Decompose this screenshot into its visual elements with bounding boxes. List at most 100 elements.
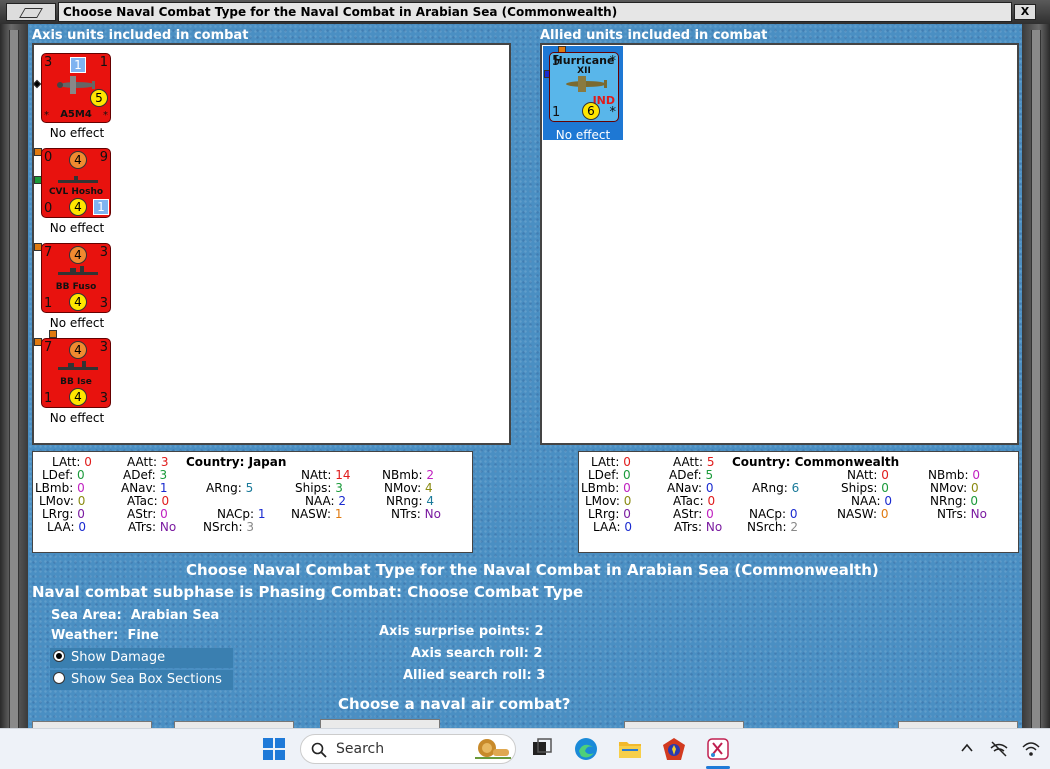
taskbar-search[interactable]: Search (300, 734, 516, 764)
stat-aatt: 3 (160, 455, 169, 469)
taskbar: Search (0, 728, 1050, 769)
aa-factor: 3 (99, 245, 108, 260)
weather: Weather: Fine (51, 628, 159, 643)
attack-factor: 7 (44, 245, 53, 260)
stat-naa: 2 (338, 494, 347, 508)
wifi-icon[interactable] (1022, 740, 1040, 758)
unit-name: CVL Hosho (48, 187, 104, 197)
stat-ships: 3 (335, 481, 343, 495)
stat-latt: 0 (623, 455, 631, 469)
close-button[interactable]: X (1014, 4, 1036, 20)
stat-nbmb: 0 (972, 468, 981, 482)
stat-laa: 0 (624, 520, 632, 534)
snipping-tool-icon[interactable] (706, 737, 730, 761)
axis-units-panel: 3 1 1 5 * A5M4 * No effect 0 4 9 CVL Hos… (32, 43, 511, 445)
strength-box: 1 (93, 199, 109, 215)
chevron-up-icon[interactable] (960, 741, 974, 755)
stat-anav: 1 (159, 481, 168, 495)
stat-lmov: 0 (77, 494, 86, 508)
stat-adef: 3 (159, 468, 168, 482)
show-sea-box-radio[interactable]: Show Sea Box Sections (50, 670, 233, 690)
stat-naa: 0 (884, 494, 893, 508)
stat-anav: 0 (705, 481, 714, 495)
unit-counter[interactable]: 5 Hurricane * XII IND 1 6 * (549, 52, 619, 122)
unit-counter[interactable]: 0 4 9 CVL Hosho 0 4 1 (41, 148, 111, 218)
show-damage-radio[interactable]: Show Damage (50, 648, 233, 668)
stat-ntrs: No (970, 507, 987, 521)
range-circle: 4 (69, 388, 87, 406)
allied-units-panel: 5 Hurricane * XII IND 1 6 * No effect (540, 43, 1019, 445)
stat-nbmb: 2 (426, 468, 435, 482)
network-off-icon[interactable] (990, 740, 1008, 758)
file-explorer-icon[interactable] (618, 737, 642, 761)
stat-lbmb: 0 (77, 481, 85, 495)
air-to-air: 3 (44, 55, 53, 70)
unit-name: BB Ise (60, 377, 92, 387)
stat-adef: 5 (705, 468, 714, 482)
edge-browser-icon[interactable] (574, 737, 598, 761)
radio-selected-icon[interactable] (53, 650, 65, 662)
stat-arng: 6 (791, 481, 800, 495)
stat-nacp: 0 (789, 507, 798, 521)
country-value: Japan (248, 455, 287, 469)
country-label: Country: (732, 455, 791, 469)
stat-ldef: 0 (622, 468, 631, 482)
stat-aatt: 5 (706, 455, 715, 469)
stat-nmov: 4 (424, 481, 433, 495)
unit-counter[interactable]: 7 4 3 BB Fuso 1 4 3 (41, 243, 111, 313)
search-icon (311, 742, 327, 758)
unit-effect: No effect (49, 126, 105, 140)
move-factor: 1 (44, 296, 53, 311)
unit-effect: No effect (555, 128, 611, 142)
window-frame-left (0, 0, 28, 728)
stat-lmov: 0 (623, 494, 632, 508)
stat-latt: 0 (84, 455, 92, 469)
move-factor: 1 (44, 391, 53, 406)
windows-start-icon[interactable] (262, 737, 286, 761)
range-circle: 4 (69, 198, 87, 216)
stat-nrng: 0 (970, 494, 979, 508)
stat-atrs: No (159, 520, 177, 534)
subphase-text: Naval combat subphase is Phasing Combat:… (32, 583, 584, 601)
radio-label: Show Sea Box Sections (71, 672, 222, 687)
window-frame-right (1022, 0, 1050, 728)
plane-icon (566, 76, 607, 92)
stat-atac: 0 (161, 494, 170, 508)
damage-marker (49, 330, 57, 338)
unit-a5m4[interactable]: 3 1 1 5 * A5M4 * No effect (32, 53, 113, 140)
stat-ldef: 0 (76, 468, 85, 482)
unit-hurricane[interactable]: 5 Hurricane * XII IND 1 6 * No effect (543, 46, 623, 142)
stat-natt: 0 (881, 468, 889, 482)
ship-icon (58, 176, 98, 183)
range-factor: 1 (552, 105, 561, 120)
aa-factor: 3 (99, 340, 108, 355)
title-bar: Choose Naval Combat Type for the Naval C… (0, 0, 1050, 24)
range-circle: 5 (90, 89, 108, 107)
ship-icon (58, 266, 98, 275)
allied-header: Allied units included in combat (540, 28, 768, 43)
unit-effect: No effect (49, 411, 105, 425)
unit-counter[interactable]: 3 1 1 5 * A5M4 * (41, 53, 111, 123)
stat-laa: 0 (78, 520, 86, 534)
unit-counter[interactable]: 7 4 3 BB Ise 1 4 3 (41, 338, 111, 408)
range-factor: 3 (99, 296, 108, 311)
allied-search-roll: Allied search roll: 3 (403, 668, 546, 683)
unit-bb-fuso[interactable]: 7 4 3 BB Fuso 1 4 3 No effect (34, 243, 113, 330)
move-factor: 0 (44, 201, 53, 216)
game-app-icon[interactable] (662, 737, 686, 761)
unit-bb-ise[interactable]: 7 4 3 BB Ise 1 4 3 No effect (34, 330, 113, 425)
stat-nmov: 0 (970, 481, 979, 495)
lion-icon (475, 739, 511, 759)
country-value: Commonwealth (794, 455, 900, 469)
task-view-icon[interactable] (530, 737, 554, 761)
defense-circle: 4 (69, 246, 87, 264)
strength-box: 1 (70, 57, 86, 73)
system-menu-button[interactable] (6, 3, 56, 21)
stat-atac: 0 (707, 494, 716, 508)
radio-unselected-icon[interactable] (53, 672, 65, 684)
main-area: Axis units included in combat Allied uni… (28, 24, 1022, 732)
range-circle: 4 (69, 293, 87, 311)
stat-lbmb: 0 (623, 481, 631, 495)
search-label: Search (336, 741, 385, 757)
unit-cvl-hosho[interactable]: 0 4 9 CVL Hosho 0 4 1 No effect (34, 148, 113, 235)
